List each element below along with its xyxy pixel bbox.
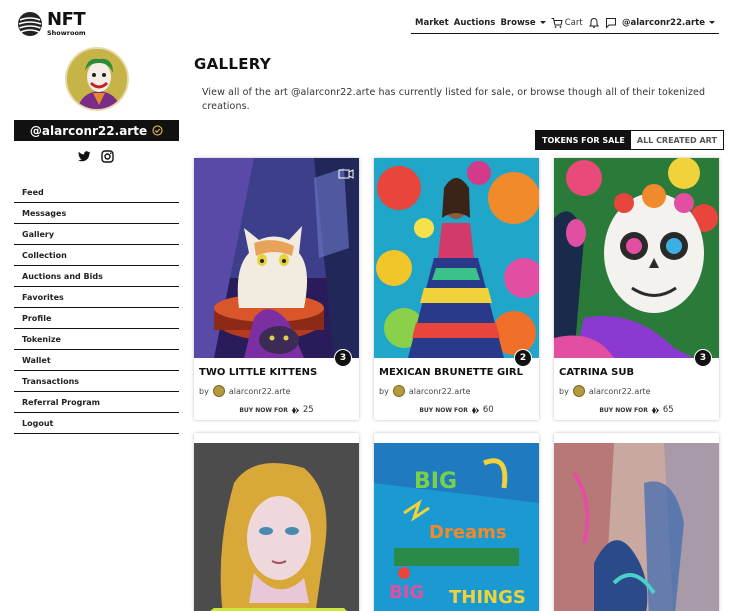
nft-artist-byline: by alarconr22.arte	[559, 385, 651, 397]
buy-now-price[interactable]: BUY NOW FOR 25	[194, 405, 359, 415]
nft-artwork-image[interactable]	[554, 158, 719, 358]
sidebar-item-referral-program[interactable]: Referral Program	[14, 392, 179, 413]
abstract-figures-artwork	[554, 443, 719, 611]
chevron-down-icon	[709, 21, 715, 24]
edition-count-badge: 2	[514, 349, 532, 367]
by-label: by	[199, 386, 209, 396]
price-amount: 65	[662, 405, 674, 415]
by-label: by	[379, 386, 389, 396]
nav-auctions-link[interactable]: Auctions	[454, 18, 496, 28]
nft-card[interactable]: 3 CATRINA SUB by alarconr22.arte BUY NOW…	[554, 158, 719, 420]
edition-count-badge: 3	[334, 349, 352, 367]
buy-now-label: BUY NOW FOR	[239, 406, 288, 414]
kittens-artwork	[194, 158, 359, 358]
joker-avatar-image	[67, 49, 127, 109]
artist-name[interactable]: alarconr22.arte	[229, 387, 291, 396]
username-label: @alarconr22.arte	[29, 123, 148, 138]
sidebar-item-messages[interactable]: Messages	[14, 203, 179, 224]
artist-avatar[interactable]	[572, 385, 585, 397]
artist-name[interactable]: alarconr22.arte	[589, 387, 651, 396]
edition-count-badge: 3	[694, 349, 712, 367]
nft-title[interactable]: TWO LITTLE KITTENS	[199, 367, 317, 378]
logo-globe-icon	[18, 12, 42, 36]
social-links	[78, 150, 114, 163]
buy-now-label: BUY NOW FOR	[599, 406, 648, 414]
nft-artwork-image[interactable]	[554, 433, 719, 611]
nav-market-link[interactable]: Market	[415, 18, 449, 28]
nft-card[interactable]	[554, 433, 719, 611]
cart-icon	[551, 17, 563, 28]
nft-title[interactable]: CATRINA SUB	[559, 367, 634, 378]
bell-icon[interactable]	[588, 17, 600, 29]
nav-cart-label: Cart	[564, 17, 583, 28]
svg-text:BIG: BIG	[389, 582, 424, 603]
nft-card[interactable]: 2 MEXICAN BRUNETTE GIRL by alarconr22.ar…	[374, 158, 539, 420]
buy-now-price[interactable]: BUY NOW FOR 65	[554, 405, 719, 415]
tokens-for-sale-tab[interactable]: TOKENS FOR SALE	[536, 131, 631, 149]
nft-artwork-image[interactable]	[194, 433, 359, 611]
nft-title[interactable]: MEXICAN BRUNETTE GIRL	[379, 367, 523, 378]
sidebar-item-logout[interactable]: Logout	[14, 413, 179, 434]
sidebar-item-collection[interactable]: Collection	[14, 245, 179, 266]
big-dreams-artwork: BIG Dreams BIG THINGS	[374, 443, 539, 611]
brunette-girl-artwork	[374, 158, 539, 358]
svg-text:THINGS: THINGS	[449, 587, 526, 608]
sidebar-item-wallet[interactable]: Wallet	[14, 350, 179, 371]
nav-browse-label: Browse	[500, 17, 536, 28]
buy-now-label: BUY NOW FOR	[419, 406, 468, 414]
nft-card[interactable]: BIG Dreams BIG THINGS	[374, 433, 539, 611]
svg-text:BIG: BIG	[414, 469, 457, 494]
nft-artwork-image[interactable]	[374, 158, 539, 358]
artist-avatar[interactable]	[212, 385, 225, 397]
page-title: GALLERY	[194, 55, 271, 73]
brand-subtitle: Showroom	[47, 29, 86, 38]
nav-account-dropdown[interactable]: @alarconr22.arte	[622, 18, 715, 28]
top-navigation: Market Auctions Browse Cart @alarconr22.…	[411, 12, 719, 34]
sidebar-item-transactions[interactable]: Transactions	[14, 371, 179, 392]
profile-avatar[interactable]	[65, 47, 129, 111]
hive-token-icon	[471, 406, 479, 414]
portrait-artwork	[194, 443, 359, 611]
nft-artwork-image[interactable]	[194, 158, 359, 358]
hive-token-icon	[291, 406, 299, 414]
nft-card[interactable]	[194, 433, 359, 611]
sidebar-item-auctions-and-bids[interactable]: Auctions and Bids	[14, 266, 179, 287]
sidebar-item-favorites[interactable]: Favorites	[14, 287, 179, 308]
profile-username: @alarconr22.arte	[14, 120, 179, 141]
sidebar-item-feed[interactable]: Feed	[14, 182, 179, 203]
buy-now-price[interactable]: BUY NOW FOR 60	[374, 405, 539, 415]
price-amount: 25	[302, 405, 314, 415]
nav-browse-dropdown[interactable]: Browse	[500, 17, 546, 28]
nav-account-label: @alarconr22.arte	[621, 17, 705, 28]
catrina-artwork	[554, 158, 719, 358]
svg-text:Dreams: Dreams	[429, 522, 507, 543]
hive-token-icon	[651, 406, 659, 414]
sidebar-item-tokenize[interactable]: Tokenize	[14, 329, 179, 350]
sidebar-item-profile[interactable]: Profile	[14, 308, 179, 329]
brand-logo[interactable]: NFT Showroom	[17, 9, 107, 39]
twitter-icon[interactable]	[78, 150, 91, 163]
price-amount: 60	[482, 405, 494, 415]
nft-artwork-image[interactable]: BIG Dreams BIG THINGS	[374, 433, 539, 611]
instagram-icon[interactable]	[101, 150, 114, 163]
by-label: by	[559, 386, 569, 396]
sidebar-item-gallery[interactable]: Gallery	[14, 224, 179, 245]
nft-artist-byline: by alarconr22.arte	[199, 385, 291, 397]
gallery-filter-toggle: TOKENS FOR SALE ALL CREATED ART	[535, 130, 724, 150]
artist-avatar[interactable]	[392, 385, 405, 397]
nft-card[interactable]: 3 TWO LITTLE KITTENS by alarconr22.arte …	[194, 158, 359, 420]
nav-cart-link[interactable]: Cart	[551, 17, 583, 29]
nft-artist-byline: by alarconr22.arte	[379, 385, 471, 397]
artist-name[interactable]: alarconr22.arte	[409, 387, 471, 396]
chat-icon[interactable]	[605, 17, 617, 29]
gallery-description: View all of the art @alarconr22.arte has…	[202, 87, 706, 112]
sidebar-menu: Feed Messages Gallery Collection Auction…	[14, 182, 179, 434]
all-created-art-tab[interactable]: ALL CREATED ART	[630, 131, 723, 149]
chevron-down-icon	[539, 21, 546, 24]
brand-name: NFT	[47, 9, 86, 31]
verified-icon	[152, 125, 163, 136]
